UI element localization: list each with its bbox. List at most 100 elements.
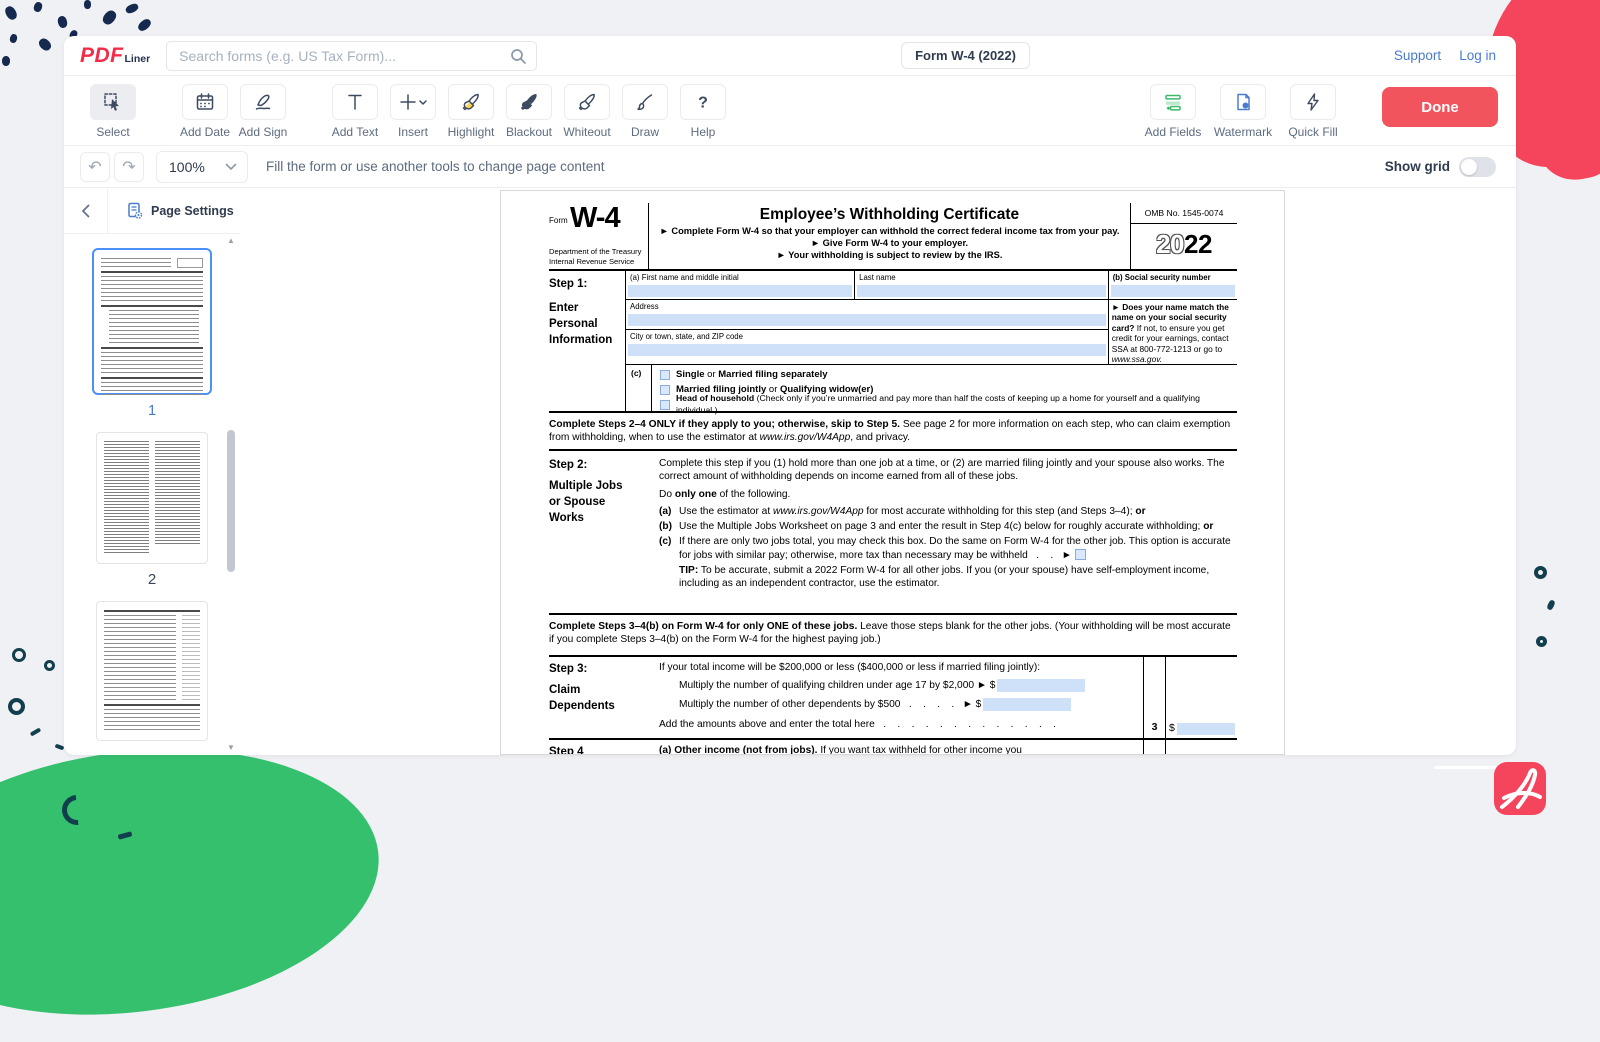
- step3-intro: If your total income will be $200,000 or…: [659, 661, 1143, 674]
- select-tool-button[interactable]: Select: [84, 84, 142, 139]
- ink-dot: [136, 17, 153, 33]
- city-field[interactable]: [628, 344, 1106, 356]
- draw-brush-icon: [634, 91, 656, 113]
- w4-step3-section: Step 3: Claim Dependents If your total i…: [549, 657, 1237, 740]
- acrobat-icon: [1494, 762, 1546, 815]
- zoom-dropdown[interactable]: 100%: [156, 151, 248, 183]
- two-jobs-checkbox[interactable]: [1075, 549, 1086, 560]
- step3-dollar-sign: $: [1169, 722, 1175, 736]
- calendar-icon: [194, 91, 216, 113]
- w4-step2-section: Step 2: Multiple Jobs or Spouse Works Co…: [549, 451, 1237, 615]
- pdfliner-logo[interactable]: PDF Liner: [80, 44, 150, 68]
- search-icon[interactable]: [509, 47, 527, 65]
- page-thumbnail-1[interactable]: [92, 248, 212, 395]
- head-of-household-checkbox[interactable]: [660, 400, 670, 410]
- highlight-button[interactable]: Highlight: [442, 84, 500, 139]
- quick-fill-button[interactable]: Quick Fill: [1280, 84, 1346, 139]
- help-button[interactable]: ? Help: [674, 84, 732, 139]
- w4-year-outline: 20: [1156, 229, 1184, 259]
- teal-ring-decoration: [44, 660, 55, 671]
- step3-total-line: Add the amounts above and enter the tota…: [659, 718, 1143, 731]
- scroll-up-icon[interactable]: ▲: [226, 234, 236, 248]
- step2-tip: TIP: To be accurate, submit a 2022 Form …: [679, 564, 1237, 591]
- scrollbar-thumb[interactable]: [227, 430, 235, 572]
- insert-button[interactable]: Insert: [384, 84, 442, 139]
- page-settings-button[interactable]: Page Settings: [126, 202, 234, 220]
- watermark-icon: [1232, 91, 1254, 113]
- page-thumbnail-2[interactable]: [96, 432, 208, 564]
- page-thumbnail-3[interactable]: [96, 601, 208, 741]
- show-grid-toggle[interactable]: [1459, 157, 1496, 177]
- editor-hint-text: Fill the form or use another tools to ch…: [266, 159, 604, 174]
- step1c-label: (c): [626, 365, 652, 412]
- add-sign-button[interactable]: Add Sign: [234, 84, 292, 139]
- highlight-brush-icon: [460, 91, 482, 113]
- collapse-sidebar-button[interactable]: [64, 188, 108, 234]
- step2-paragraph2: Do only one of the following.: [659, 488, 1237, 501]
- w4-form-number: W-4: [570, 200, 620, 238]
- teal-tick-decoration: [30, 728, 42, 737]
- last-name-label: Last name: [855, 271, 1108, 285]
- search-input[interactable]: [166, 41, 537, 71]
- add-fields-button[interactable]: Add Fields: [1140, 84, 1206, 139]
- teal-ring-decoration: [8, 698, 25, 715]
- ink-dot: [37, 36, 53, 52]
- ssn-field[interactable]: [1111, 285, 1235, 297]
- insert-plus-icon: [398, 91, 428, 113]
- address-field[interactable]: [628, 314, 1106, 326]
- document-canvas: Form W-4 Department of the Treasury Inte…: [240, 188, 1516, 755]
- step3-dependents-line: Multiply the number of other dependents …: [659, 698, 1143, 711]
- ink-dot: [124, 2, 139, 15]
- undo-button[interactable]: ↶: [80, 152, 110, 182]
- header-bar: PDF Liner Form W-4 (2022) Support Log in: [64, 36, 1516, 76]
- step3-line-number: 3: [1144, 721, 1165, 735]
- teal-tick-decoration: [55, 744, 65, 751]
- ssn-label: (b) Social security number: [1109, 271, 1237, 285]
- svg-text:?: ?: [698, 95, 708, 112]
- page-number-1: 1: [148, 402, 156, 419]
- pages-sidebar: Page Settings 1: [64, 188, 240, 755]
- qualifying-children-field[interactable]: [997, 679, 1085, 692]
- ink-dot: [2, 56, 10, 66]
- married-jointly-checkbox[interactable]: [660, 385, 670, 395]
- draw-button[interactable]: Draw: [616, 84, 674, 139]
- ink-dot: [57, 15, 69, 29]
- app-window: PDF Liner Form W-4 (2022) Support Log in…: [64, 36, 1516, 755]
- w4-dept-line2: Internal Revenue Service: [549, 257, 641, 266]
- redo-button[interactable]: ↷: [114, 152, 144, 182]
- w4-step4-section: Step 4 (a) Other income (not from jobs).…: [549, 740, 1237, 755]
- whiteout-button[interactable]: Whiteout: [558, 84, 616, 139]
- ssn-match-note: ► Does your name match the name on your …: [1109, 300, 1237, 364]
- blackout-button[interactable]: Blackout: [500, 84, 558, 139]
- scroll-down-icon[interactable]: ▼: [226, 741, 236, 755]
- step1-label: Step 1:: [549, 276, 625, 292]
- zoom-value: 100%: [169, 159, 205, 175]
- w4-header: Form W-4 Department of the Treasury Inte…: [549, 203, 1237, 271]
- navy-ring-decoration: [1536, 636, 1547, 647]
- w4-year-bold: 22: [1184, 229, 1212, 259]
- step2-item-a: (a) Use the estimator at www.irs.gov/W4A…: [659, 505, 1237, 518]
- step3-total-field[interactable]: [1177, 723, 1235, 735]
- w4-dept-line1: Department of the Treasury: [549, 247, 641, 256]
- toolbar: Select Add Date Add Sign Add: [64, 76, 1516, 146]
- page-number-2: 2: [148, 571, 156, 588]
- chevron-left-icon: [81, 204, 90, 218]
- first-name-field[interactable]: [628, 285, 852, 297]
- logo-liner-text: Liner: [125, 53, 151, 65]
- single-checkbox[interactable]: [660, 370, 670, 380]
- help-icon: ?: [692, 91, 714, 113]
- quick-fill-bolt-icon: [1302, 91, 1324, 113]
- add-text-button[interactable]: Add Text: [326, 84, 384, 139]
- search-form: [166, 41, 537, 71]
- login-link[interactable]: Log in: [1459, 48, 1496, 63]
- ink-dot: [84, 0, 91, 9]
- add-date-button[interactable]: Add Date: [176, 84, 234, 139]
- done-button[interactable]: Done: [1382, 87, 1498, 127]
- support-link[interactable]: Support: [1394, 48, 1441, 63]
- logo-pdf-text: PDF: [80, 44, 124, 68]
- sidebar-scrollbar[interactable]: ▲ ▼: [226, 234, 236, 755]
- w4app-link: www.irs.gov/W4App: [760, 432, 851, 443]
- last-name-field[interactable]: [857, 285, 1106, 297]
- watermark-button[interactable]: Watermark: [1206, 84, 1280, 139]
- other-dependents-field[interactable]: [983, 698, 1071, 711]
